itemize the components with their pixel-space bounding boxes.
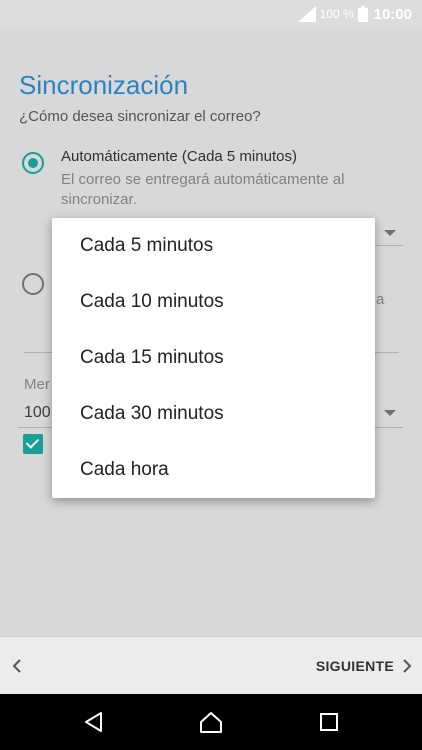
back-chevron-icon[interactable] xyxy=(8,656,28,676)
battery-icon xyxy=(357,6,368,22)
menu-item-5-min[interactable]: Cada 5 minutos xyxy=(52,218,375,274)
forward-chevron-icon[interactable] xyxy=(396,656,416,676)
menu-item-10-min[interactable]: Cada 10 minutos xyxy=(52,274,375,330)
status-bar: 100 % 10:00 xyxy=(0,0,422,28)
menu-item-15-min[interactable]: Cada 15 minutos xyxy=(52,330,375,386)
battery-percent: 100 % xyxy=(319,7,354,21)
nav-home-icon[interactable] xyxy=(199,710,223,734)
nav-recents-icon[interactable] xyxy=(317,710,341,734)
menu-item-30-min[interactable]: Cada 30 minutos xyxy=(52,386,375,442)
menu-item-hourly[interactable]: Cada hora xyxy=(52,442,375,498)
signal-icon xyxy=(297,6,316,22)
clock: 10:00 xyxy=(373,5,412,23)
interval-dropdown-menu: Cada 5 minutos Cada 10 minutos Cada 15 m… xyxy=(52,218,375,498)
next-button[interactable]: SIGUIENTE xyxy=(316,658,394,674)
bottom-action-bar: SIGUIENTE xyxy=(0,636,422,694)
nav-back-icon[interactable] xyxy=(82,710,106,734)
status-indicators: 100 % 10:00 xyxy=(297,5,412,23)
system-nav-bar xyxy=(0,694,422,750)
